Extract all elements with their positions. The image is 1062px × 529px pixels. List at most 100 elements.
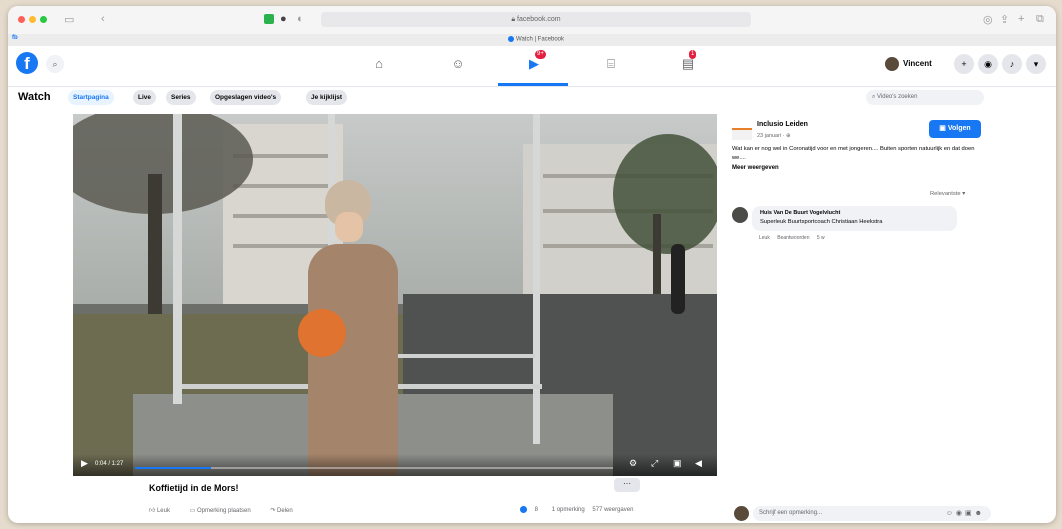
video-scene-tree	[613, 134, 717, 254]
comment-text: Superleuk Buurtsportcoach Christiaan Hee…	[760, 219, 883, 225]
facebook-logo-icon[interactable]: f	[16, 52, 38, 74]
video-scene-window	[233, 184, 333, 188]
video-progress-bar[interactable]	[135, 467, 613, 469]
url-text: facebook.com	[517, 16, 561, 23]
video-stats: 8 1 opmerking 577 weergaven	[520, 506, 639, 513]
reader-icon[interactable]: ◎	[983, 13, 993, 26]
facebook-header: f ⌕ ⌂ ☺ ▶ 9+ ⌸ ▤ 1 Vincent + ◉ ♪ ▾	[8, 46, 1056, 87]
favicon-icon	[508, 36, 514, 42]
tab-watchlist[interactable]: Je kijklijst	[306, 90, 348, 105]
avatar	[885, 56, 899, 71]
gaming-icon[interactable]: ▤ 1	[678, 50, 698, 74]
more-options-button[interactable]: ···	[614, 478, 640, 492]
comment-sort-dropdown[interactable]: Relevantste ▾	[930, 191, 965, 197]
comments-count[interactable]: 1 opmerking	[552, 507, 585, 513]
page-title: Watch	[18, 91, 51, 103]
share-icon[interactable]: ⇪	[1000, 13, 1009, 26]
watch-badge: 9+	[535, 50, 546, 59]
watch-bar: Watch Startpagina Live Series Opgeslagen…	[8, 86, 1056, 110]
video-scene-window	[233, 244, 333, 248]
back-icon[interactable]: ‹	[101, 13, 105, 25]
account-menu-icon[interactable]: ▾	[1026, 54, 1046, 74]
video-scene-tree	[148, 174, 162, 324]
follow-button[interactable]: ▣ Volgen	[929, 120, 981, 138]
comment-author[interactable]: Huis Van De Buurt Vogelvlucht	[760, 210, 840, 216]
github-icon[interactable]: ●	[280, 13, 287, 25]
video-scene-ball	[298, 309, 346, 357]
video-scene-person-face	[335, 212, 363, 242]
video-player[interactable]: ▶ 0:04 / 1:27 ⚙ ⤢ ▣ ◀	[73, 114, 717, 476]
new-tab-icon[interactable]: +	[1018, 13, 1024, 25]
active-tab[interactable]: Watch | Facebook	[508, 36, 564, 43]
sidebar-icon[interactable]: ▭	[64, 13, 74, 26]
settings-icon[interactable]: ⚙	[629, 458, 637, 469]
create-icon[interactable]: +	[954, 54, 974, 74]
comment-button[interactable]: ▭ Opmerking plaatsen	[190, 508, 260, 514]
home-icon[interactable]: ⌂	[369, 54, 389, 74]
gaming-badge: 1	[689, 50, 697, 59]
watch-icon[interactable]: ▶ 9+	[524, 50, 546, 74]
tab-overview-icon[interactable]: ⧉	[1036, 13, 1044, 26]
browser-toolbar: ▭ ‹ ● ◐ 🔒︎ facebook.com ◎ ⇪ + ⧉	[8, 6, 1056, 35]
close-window-button[interactable]	[18, 16, 25, 23]
reactions-count[interactable]: 8	[520, 506, 544, 514]
volume-icon[interactable]: ◀	[695, 458, 702, 469]
comment-time: 5 w	[816, 235, 825, 241]
tab-series[interactable]: Series	[166, 90, 196, 105]
video-scene-tree	[653, 214, 661, 294]
search-icon[interactable]: ⌕	[46, 55, 64, 73]
reactions-count-text: 8	[534, 507, 539, 514]
marketplace-icon[interactable]: ⌸	[601, 54, 621, 74]
like-button[interactable]: 👍︎ Leuk	[149, 508, 179, 514]
page-name[interactable]: Inclusio Leiden	[757, 121, 808, 128]
share-button[interactable]: ↷ Delen	[270, 508, 301, 514]
video-sidebar: Inclusio Leiden 23 januari · ⊕ ▣ Volgen …	[726, 114, 1056, 523]
video-timer: 0:04 / 1:27	[95, 461, 124, 467]
video-actions: 👍︎ Leuk ▭ Opmerking plaatsen ↷ Delen	[149, 506, 311, 514]
pinned-tab-icon[interactable]: fb	[12, 35, 18, 41]
tab-live[interactable]: Live	[133, 90, 157, 105]
shield-icon[interactable]: ◐	[297, 13, 304, 25]
video-title: Koffietijd in de Mors!	[149, 483, 239, 493]
video-controls	[73, 454, 717, 476]
video-scene-person-background	[671, 244, 685, 314]
comment-bubble: Huis Van De Buurt Vogelvlucht Superleuk …	[752, 206, 957, 231]
friends-icon[interactable]: ☺	[448, 54, 468, 74]
lock-icon: 🔒︎	[511, 16, 516, 23]
extension-icon[interactable]	[264, 14, 274, 24]
browser-window: ▭ ‹ ● ◐ 🔒︎ facebook.com ◎ ⇪ + ⧉ fb Watch…	[8, 6, 1056, 523]
video-scene-person-coat	[308, 244, 398, 476]
avatar[interactable]	[732, 207, 748, 223]
zoom-window-button[interactable]	[40, 16, 47, 23]
comment-label: Opmerking plaatsen	[196, 508, 251, 514]
fullscreen-icon[interactable]: ⤢	[651, 458, 658, 469]
follow-icon: ▣	[939, 125, 946, 132]
messenger-icon[interactable]: ◉	[978, 54, 998, 74]
video-scene-pole	[533, 114, 540, 444]
avatar	[734, 506, 749, 521]
emoji-icon[interactable]: ☺◉▣☻	[946, 506, 985, 521]
post-description: Wat kan er nog wel in Coronatijd voor en…	[732, 146, 975, 161]
page-logo[interactable]	[732, 128, 752, 140]
profile-button[interactable]: Vincent	[885, 54, 932, 74]
like-reaction-icon	[520, 506, 527, 513]
minimize-window-button[interactable]	[29, 16, 36, 23]
post-meta: 23 januari · ⊕	[757, 133, 791, 139]
share-label: Delen	[277, 508, 293, 514]
play-icon[interactable]: ▶	[81, 458, 88, 469]
tab-startpagina[interactable]: Startpagina	[68, 90, 114, 105]
video-search-input[interactable]: ⌕ Video's zoeken	[866, 90, 984, 105]
write-comment-input[interactable]: Schrijf een opmerking... ☺◉▣☻	[753, 506, 991, 521]
views-count: 577 weergaven	[592, 507, 634, 514]
tab-title: Watch | Facebook	[516, 36, 565, 43]
user-name: Vincent	[903, 59, 932, 68]
tab-saved-videos[interactable]: Opgeslagen video's	[210, 90, 282, 105]
video-progress-fill	[135, 467, 212, 469]
pip-icon[interactable]: ▣	[673, 458, 682, 469]
address-bar[interactable]: 🔒︎ facebook.com	[321, 12, 751, 27]
notifications-icon[interactable]: ♪	[1002, 54, 1022, 74]
search-placeholder: Video's zoeken	[877, 94, 918, 100]
comment-reply-button[interactable]: Beantwoorden	[777, 235, 809, 241]
see-more-link[interactable]: Meer weergeven	[732, 165, 779, 171]
comment-like-button[interactable]: Leuk	[759, 235, 770, 241]
